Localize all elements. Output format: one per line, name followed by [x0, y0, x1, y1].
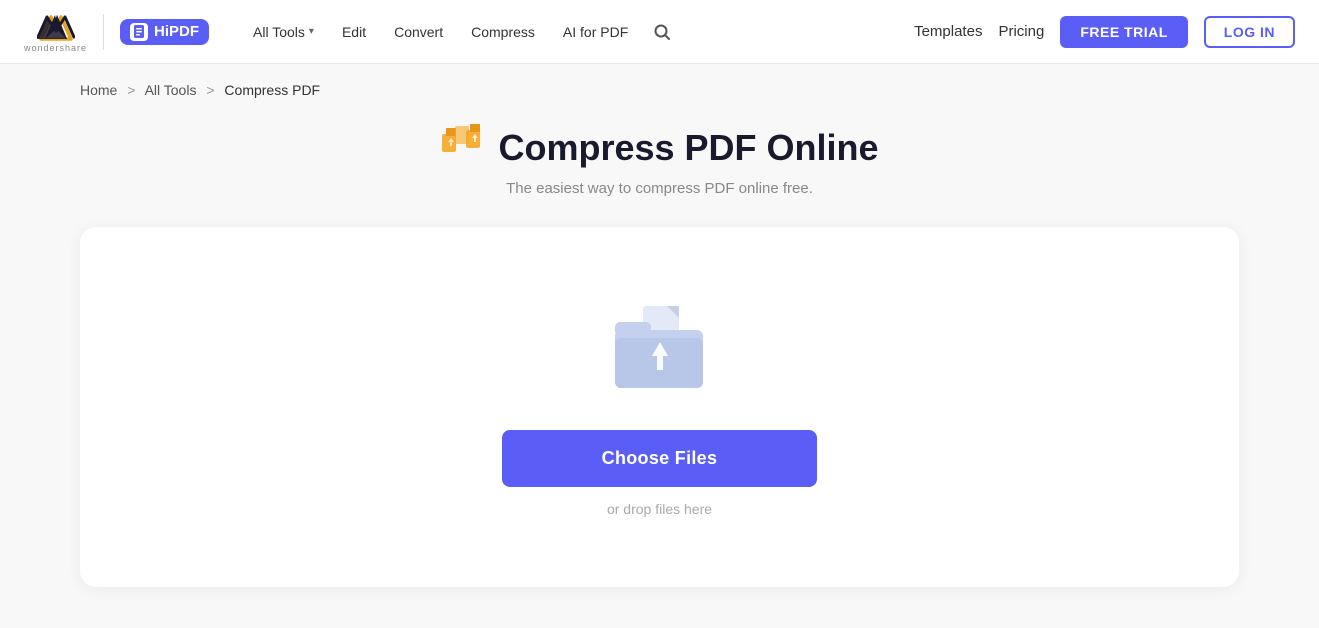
page-title: Compress PDF Online: [498, 127, 878, 169]
upload-area[interactable]: Choose Files or drop files here: [80, 227, 1239, 587]
breadcrumb-sep-1: >: [127, 82, 135, 98]
page-title-area: Compress PDF Online: [440, 126, 878, 170]
folder-illustration-svg: [605, 298, 715, 398]
wondershare-text: wondershare: [24, 43, 87, 53]
main-nav: All Tools ▾ Edit Convert Compress AI for…: [241, 14, 680, 50]
nav-compress[interactable]: Compress: [459, 16, 547, 48]
nav-ai[interactable]: AI for PDF: [551, 16, 640, 48]
breadcrumb-current: Compress PDF: [224, 82, 320, 98]
logo-area: wondershare HiPDF: [24, 11, 209, 53]
wondershare-logo-mark: [37, 11, 75, 41]
nav-pricing[interactable]: Pricing: [998, 23, 1044, 40]
breadcrumb-sep-2: >: [206, 82, 214, 98]
search-button[interactable]: [644, 14, 680, 50]
search-icon: [653, 23, 671, 41]
wondershare-logo[interactable]: wondershare: [24, 11, 87, 53]
nav-all-tools[interactable]: All Tools ▾: [241, 16, 326, 48]
all-tools-chevron-icon: ▾: [309, 26, 314, 37]
breadcrumb: Home > All Tools > Compress PDF: [0, 64, 1319, 116]
hipdf-label: HiPDF: [154, 23, 199, 40]
nav-templates[interactable]: Templates: [914, 23, 982, 40]
hipdf-badge[interactable]: HiPDF: [120, 19, 209, 45]
hipdf-icon: [130, 23, 148, 41]
header-divider: [103, 14, 104, 50]
breadcrumb-home[interactable]: Home: [80, 82, 117, 98]
compress-pdf-icon: [440, 126, 484, 170]
upload-illustration: [605, 298, 715, 398]
header: wondershare HiPDF All Tools ▾ Edit Conve…: [0, 0, 1319, 64]
breadcrumb-all-tools[interactable]: All Tools: [145, 82, 197, 98]
choose-files-button[interactable]: Choose Files: [502, 430, 818, 487]
free-trial-button[interactable]: FREE TRIAL: [1060, 16, 1187, 48]
login-button[interactable]: LOG IN: [1204, 16, 1295, 48]
drop-hint: or drop files here: [607, 501, 712, 517]
right-nav: Templates Pricing FREE TRIAL LOG IN: [914, 16, 1295, 48]
nav-convert[interactable]: Convert: [382, 16, 455, 48]
page-subtitle: The easiest way to compress PDF online f…: [506, 180, 813, 197]
compress-pdf-icon-svg: [440, 124, 484, 172]
nav-edit[interactable]: Edit: [330, 16, 378, 48]
main-content: Compress PDF Online The easiest way to c…: [0, 116, 1319, 627]
